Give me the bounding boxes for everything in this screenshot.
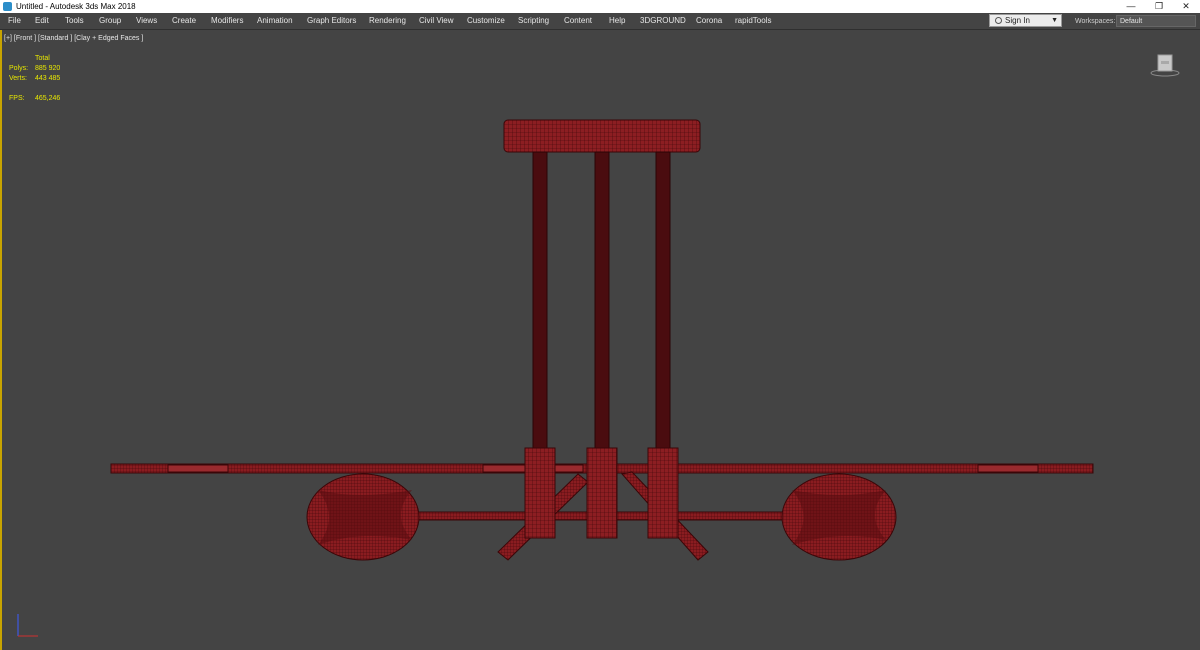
model-scene[interactable] (0, 0, 1200, 650)
center-blocks (524, 447, 679, 539)
suspension-rods (532, 151, 671, 451)
axis-gizmo-icon (17, 614, 38, 637)
ceiling-canopy (503, 119, 701, 153)
left-lamp-shade (306, 473, 420, 561)
right-lamp-shade (781, 473, 897, 561)
